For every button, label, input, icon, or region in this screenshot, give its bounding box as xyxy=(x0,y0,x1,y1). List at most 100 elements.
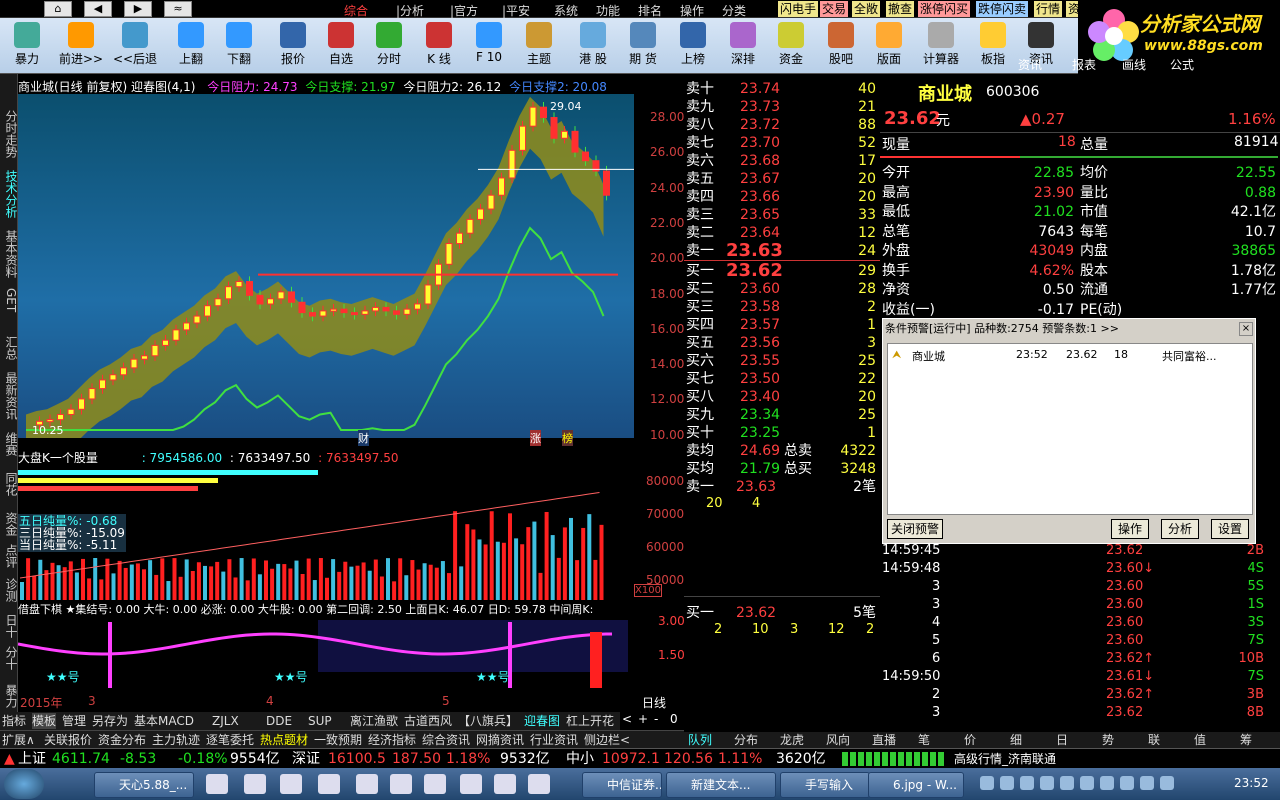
template-tab-5[interactable]: ZJLX xyxy=(212,713,239,729)
side-tab-12[interactable]: 筹 xyxy=(1240,732,1252,748)
side-tab-6[interactable]: 价 xyxy=(964,732,976,748)
toolbar-button-9[interactable]: F 10 xyxy=(466,20,512,72)
template-tab-10[interactable]: 【八旗兵】 xyxy=(458,713,518,729)
zoom-out[interactable]: - xyxy=(654,712,658,726)
tray-icon[interactable] xyxy=(1140,776,1154,790)
toolbar-button-3[interactable]: 上翻 xyxy=(168,20,214,72)
template-tab-2[interactable]: 管理 xyxy=(62,713,86,729)
taskbar-button[interactable]: 中信证券... xyxy=(582,772,662,798)
menu-function[interactable]: 功能 xyxy=(596,2,620,19)
tab-cancel[interactable]: 撤查 xyxy=(886,1,915,17)
tray-icon[interactable] xyxy=(1060,776,1074,790)
info-tab-2[interactable]: 资金分布 xyxy=(98,732,146,748)
left-tab-11[interactable]: 日十 xyxy=(1,614,18,638)
left-tab-0[interactable]: 分时走势 xyxy=(1,110,18,158)
template-tab-1[interactable]: 模板 xyxy=(32,713,57,729)
kline-chart[interactable]: 29.04 10.25 财 涨 榜 xyxy=(18,94,634,467)
tray-icon[interactable] xyxy=(1040,776,1054,790)
tray-icon[interactable] xyxy=(1080,776,1094,790)
taskbar-quicklaunch-icon[interactable] xyxy=(460,774,482,794)
left-tab-1[interactable]: 技术分析 xyxy=(1,170,18,218)
template-tab-11[interactable]: 迎春图 xyxy=(524,713,560,729)
menu-composite[interactable]: 综合 xyxy=(344,2,368,19)
toolbar-button-23[interactable]: 公式 xyxy=(1170,56,1194,73)
side-tab-1[interactable]: 分布 xyxy=(734,732,758,748)
left-tab-12[interactable]: 分十 xyxy=(1,646,18,670)
info-tab-4[interactable]: 逐笔委托 xyxy=(206,732,254,748)
left-tab-10[interactable]: 诊测 xyxy=(1,578,18,602)
info-tab-8[interactable]: 综合资讯 xyxy=(422,732,470,748)
info-tab-9[interactable]: 网摘资讯 xyxy=(476,732,524,748)
toolbar-button-19[interactable]: 板指 xyxy=(970,20,1016,72)
tab-limit-down-sell[interactable]: 跌停闪卖 xyxy=(976,1,1029,17)
toolbar-button-21[interactable]: 报表 xyxy=(1072,56,1096,73)
forward-button[interactable]: ▶ xyxy=(124,1,152,17)
tray-icon[interactable] xyxy=(1120,776,1134,790)
taskbar-quicklaunch-icon[interactable] xyxy=(318,774,340,794)
taskbar-quicklaunch-icon[interactable] xyxy=(206,774,228,794)
taskbar-quicklaunch-icon[interactable] xyxy=(356,774,378,794)
info-tab-3[interactable]: 主力轨迹 xyxy=(152,732,200,748)
side-tab-5[interactable]: 笔 xyxy=(918,732,930,748)
side-tab-8[interactable]: 日 xyxy=(1056,732,1068,748)
side-tab-11[interactable]: 值 xyxy=(1194,732,1206,748)
info-tab-6[interactable]: 一致预期 xyxy=(314,732,362,748)
template-tab-7[interactable]: SUP xyxy=(308,713,332,729)
taskbar-quicklaunch-icon[interactable] xyxy=(280,774,302,794)
tab-quotes[interactable]: 行情 xyxy=(1034,1,1063,17)
template-tab-8[interactable]: 离江渔歌 xyxy=(350,713,398,729)
left-tab-9[interactable]: 点评 xyxy=(1,544,18,568)
taskbar-quicklaunch-icon[interactable] xyxy=(494,774,516,794)
tray-icon[interactable] xyxy=(1100,776,1114,790)
back-button[interactable]: ◀ xyxy=(84,1,112,17)
toolbar-button-16[interactable]: 股吧 xyxy=(818,20,864,72)
menu-operation[interactable]: 操作 xyxy=(680,2,704,19)
close-icon[interactable]: × xyxy=(1239,322,1253,336)
side-tab-9[interactable]: 势 xyxy=(1102,732,1114,748)
left-tab-8[interactable]: 资金 xyxy=(1,512,18,536)
left-tab-2[interactable]: 基本资料 xyxy=(1,230,18,278)
taskbar-button[interactable]: 手写输入 xyxy=(780,772,870,798)
toolbar-button-18[interactable]: 计算器 xyxy=(918,20,964,72)
side-tab-7[interactable]: 细 xyxy=(1010,732,1022,748)
toolbar-button-12[interactable]: 期 货 xyxy=(620,20,666,72)
left-tab-4[interactable]: 汇总 xyxy=(1,336,18,360)
taskbar-quicklaunch-icon[interactable] xyxy=(424,774,446,794)
template-tab-3[interactable]: 另存为 xyxy=(92,713,128,729)
left-tab-7[interactable]: 同花 xyxy=(1,472,18,496)
toolbar-button-1[interactable]: 前进>> xyxy=(58,20,104,72)
toolbar-button-5[interactable]: 报价 xyxy=(270,20,316,72)
info-tab-5[interactable]: 热点题材 xyxy=(260,732,308,748)
toolbar-button-8[interactable]: K 线 xyxy=(416,20,462,72)
info-tab-11[interactable]: 侧边栏< xyxy=(584,732,630,748)
template-tab-9[interactable]: 古道西风 xyxy=(404,713,452,729)
prev-ctrl[interactable]: < xyxy=(622,712,632,726)
taskbar-quicklaunch-icon[interactable] xyxy=(244,774,266,794)
template-tab-12[interactable]: 杠上开花 xyxy=(566,713,614,729)
side-tab-0[interactable]: 队列 xyxy=(688,732,712,748)
toolbar-button-22[interactable]: 画线 xyxy=(1122,56,1146,73)
toolbar-button-14[interactable]: 深排 xyxy=(720,20,766,72)
side-tab-3[interactable]: 风向 xyxy=(826,732,850,748)
toolbar-button-13[interactable]: 上榜 xyxy=(670,20,716,72)
home-button[interactable]: ⌂ xyxy=(44,1,72,17)
taskbar-quicklaunch-icon[interactable] xyxy=(528,774,550,794)
info-tab-1[interactable]: 关联报价 xyxy=(44,732,92,748)
period-label[interactable]: 日线 xyxy=(642,694,666,711)
left-tab-6[interactable]: 维赛 xyxy=(1,432,18,456)
tab-full[interactable]: 全敞 xyxy=(852,1,881,17)
toolbar-button-10[interactable]: 主题 xyxy=(516,20,562,72)
settings-button[interactable]: 设置 xyxy=(1211,519,1249,539)
indicator-chart[interactable]: ★★号 ★★号 ★★号 xyxy=(17,618,634,692)
menu-official[interactable]: |官方 xyxy=(450,2,478,19)
menu-ranking[interactable]: 排名 xyxy=(638,2,662,19)
alert-dialog[interactable]: 条件预警[运行中] 品种数:2754 预警条数:1 >> × ⮝ 商业城 23:… xyxy=(882,318,1256,544)
template-tab-6[interactable]: DDE xyxy=(266,713,292,729)
info-tab-0[interactable]: 扩展∧ xyxy=(2,732,35,748)
toolbar-button-4[interactable]: 下翻 xyxy=(216,20,262,72)
taskbar-button[interactable]: 6.jpg - W... xyxy=(868,772,964,798)
menu-pingan[interactable]: |平安 xyxy=(502,2,530,19)
side-tab-10[interactable]: 联 xyxy=(1148,732,1160,748)
menu-analysis[interactable]: |分析 xyxy=(396,2,424,19)
menu-system[interactable]: 系统 xyxy=(554,2,578,19)
